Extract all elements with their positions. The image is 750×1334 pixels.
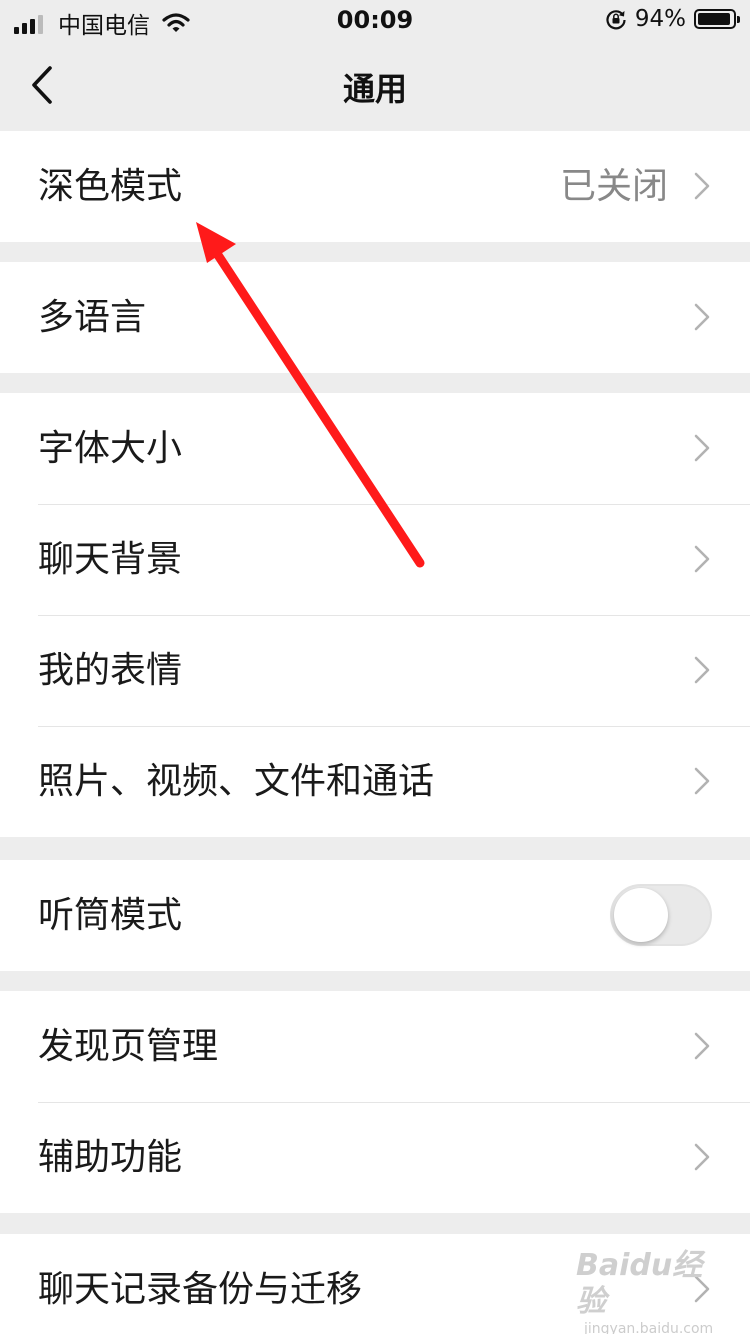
settings-group-features: 发现页管理 辅助功能 [0,991,750,1213]
battery-tip [737,16,740,23]
settings-item-label: 字体大小 [38,428,183,469]
settings-item-accessibility[interactable]: 辅助功能 [0,1102,750,1213]
navigation-bar: 通用 [0,40,750,130]
settings-item-dark-mode[interactable]: 深色模式 已关闭 [0,131,750,242]
settings-group-appearance: 字体大小 聊天背景 我的表情 照片、视频、文件和通话 [0,393,750,837]
settings-item-my-stickers[interactable]: 我的表情 [0,615,750,726]
chevron-right-icon [694,434,710,462]
battery-fill [698,13,730,25]
settings-item-chat-background[interactable]: 聊天背景 [0,504,750,615]
watermark-logo: Baidu经验 [576,1248,703,1319]
chevron-right-icon [694,545,710,573]
settings-item-value: 已关闭 [559,166,668,207]
settings-item-label: 聊天记录备份与迁移 [38,1269,363,1310]
status-bar: 中国电信 00:09 94% [0,0,750,40]
watermark-url: jingyan.baidu.com [584,1321,714,1334]
orientation-lock-icon [606,10,626,30]
chevron-right-icon [694,656,710,684]
settings-general-screen: 中国电信 00:09 94% 通用 深色模式 已关闭 多语言 字体大小 聊天背景… [0,0,750,1334]
settings-item-discover-management[interactable]: 发现页管理 [0,991,750,1102]
settings-item-font-size[interactable]: 字体大小 [0,393,750,504]
settings-item-label: 多语言 [38,297,147,338]
chevron-right-icon [694,1032,710,1060]
earpiece-mode-toggle[interactable] [610,884,712,946]
settings-item-label: 深色模式 [38,166,183,207]
settings-item-label: 照片、视频、文件和通话 [38,761,435,802]
settings-group-language: 多语言 [0,262,750,373]
chevron-right-icon [694,767,710,795]
toggle-knob [614,888,668,942]
chevron-right-icon [694,303,710,331]
settings-item-label: 发现页管理 [38,1026,219,1067]
baidu-jingyan-watermark: Baidu经验 jingyan.baidu.com [576,1248,716,1334]
settings-item-earpiece-mode: 听筒模式 [0,860,750,971]
battery-percent: 94% [634,6,686,32]
status-right: 94% [605,6,740,32]
settings-group-earpiece: 听筒模式 [0,860,750,971]
settings-item-label: 我的表情 [38,650,183,691]
settings-item-label: 聊天背景 [38,539,183,580]
page-title: 通用 [342,70,407,108]
chevron-right-icon [694,172,710,200]
settings-item-media-files-calls[interactable]: 照片、视频、文件和通话 [0,726,750,837]
battery-icon [694,9,740,29]
settings-item-label: 辅助功能 [38,1137,183,1178]
settings-item-language[interactable]: 多语言 [0,262,750,373]
chevron-right-icon [694,1143,710,1171]
settings-group-display-mode: 深色模式 已关闭 [0,131,750,242]
settings-item-label: 听筒模式 [38,895,183,936]
